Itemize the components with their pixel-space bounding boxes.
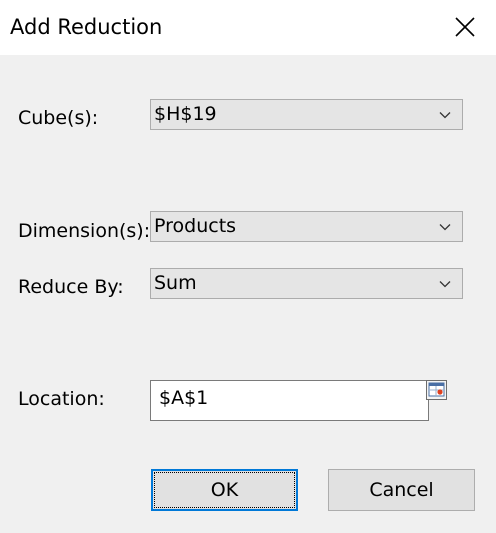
reduce-by-dropdown[interactable]: Sum xyxy=(150,268,463,299)
location-input-value: $A$1 xyxy=(159,387,209,409)
focus-rectangle xyxy=(154,472,295,508)
cancel-button-label: Cancel xyxy=(369,479,434,501)
add-reduction-dialog: Add Reduction Cube(s): $H$19 Dimension(s… xyxy=(0,0,496,533)
dialog-title: Add Reduction xyxy=(10,15,163,39)
cube-dropdown-value: $H$19 xyxy=(154,103,217,125)
location-input[interactable]: $A$1 xyxy=(150,380,429,421)
range-select-icon xyxy=(426,380,447,400)
ok-button[interactable]: OK xyxy=(151,469,298,511)
title-bar: Add Reduction xyxy=(0,0,496,55)
reduce-by-label: Reduce By: xyxy=(18,276,124,298)
cube-dropdown[interactable]: $H$19 xyxy=(150,99,463,130)
chevron-down-icon xyxy=(439,281,451,288)
dimension-dropdown-value: Products xyxy=(154,215,237,237)
reduce-by-dropdown-value: Sum xyxy=(154,272,197,294)
close-button[interactable] xyxy=(444,6,486,48)
dimension-dropdown[interactable]: Products xyxy=(150,211,463,242)
location-label: Location: xyxy=(18,388,105,410)
chevron-down-icon xyxy=(439,224,451,231)
range-select-button[interactable] xyxy=(426,380,447,400)
cube-label: Cube(s): xyxy=(18,107,99,129)
dimension-label: Dimension(s): xyxy=(18,220,151,242)
cancel-button[interactable]: Cancel xyxy=(328,469,475,511)
chevron-down-icon xyxy=(439,112,451,119)
close-icon xyxy=(455,17,475,37)
